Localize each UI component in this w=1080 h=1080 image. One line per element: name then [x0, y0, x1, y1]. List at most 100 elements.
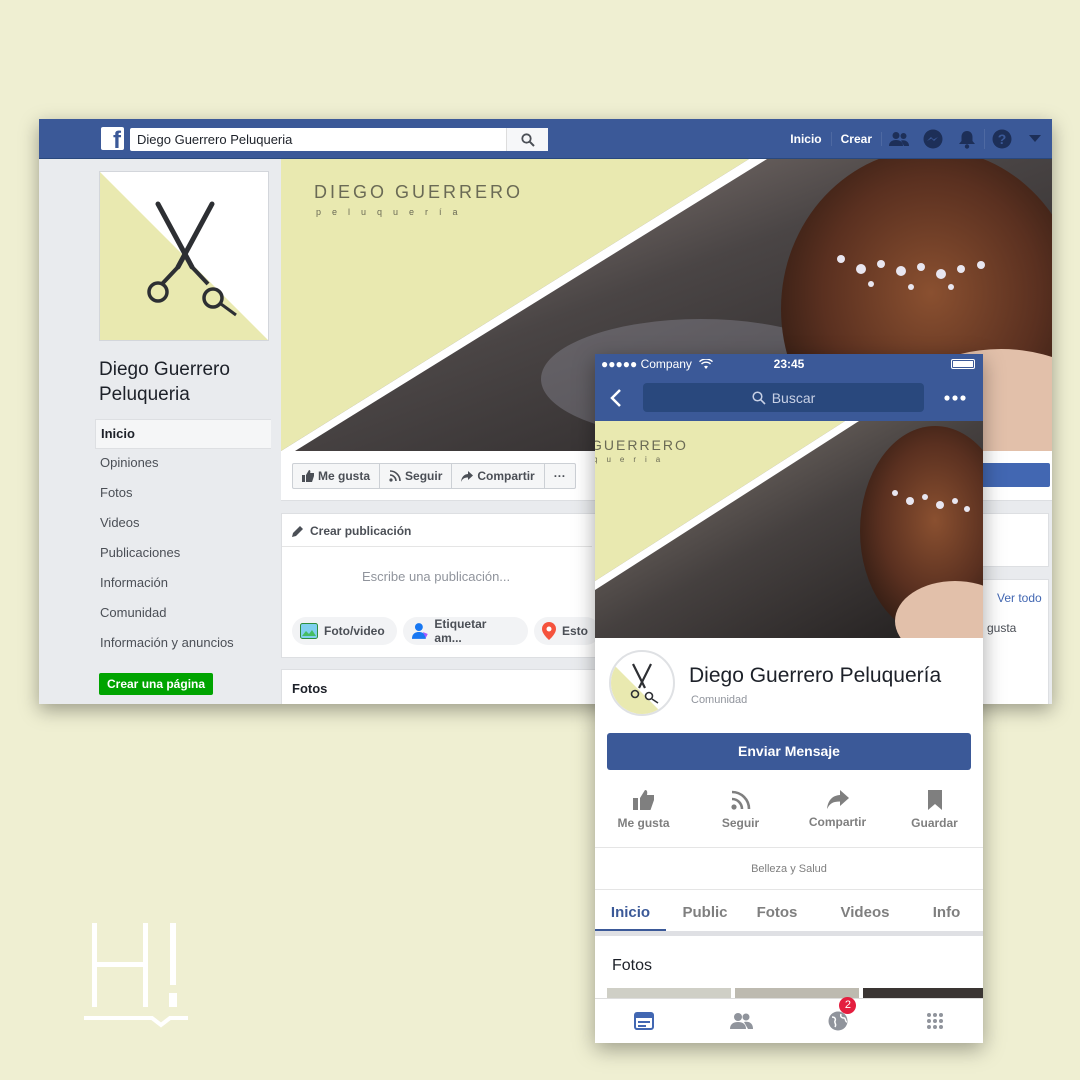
photo-thumbnail[interactable] — [607, 988, 731, 998]
follow-label: Seguir — [405, 469, 443, 483]
tab-info[interactable]: Info — [920, 890, 973, 931]
search-input[interactable]: Diego Guerrero Peluqueria — [130, 128, 506, 151]
mobile-nav-bar: Buscar — [595, 374, 983, 421]
mobile-tabs: Inicio Public Fotos Videos Info — [595, 890, 983, 936]
mobile-cover-brand: GUERRERO — [595, 437, 688, 453]
cover-brand-title: DIEGO GUERRERO — [314, 182, 524, 202]
mobile-share-button[interactable]: Compartir — [789, 790, 886, 847]
search-bar[interactable]: Diego Guerrero Peluqueria — [130, 128, 548, 151]
thumbs-up-icon — [632, 790, 654, 810]
photo-icon — [300, 623, 318, 639]
menu-item-fotos[interactable]: Fotos — [95, 479, 271, 509]
friends-tab[interactable] — [692, 1012, 789, 1030]
menu-tab[interactable] — [886, 1012, 983, 1030]
mobile-search-field[interactable]: Buscar — [643, 383, 924, 412]
mobile-page-avatar[interactable] — [609, 650, 675, 716]
composer-title: Crear publicación — [310, 524, 412, 538]
mobile-photo-thumbnails — [607, 988, 983, 998]
status-time: 23:45 — [773, 357, 805, 371]
page-category: Belleza y Salud — [595, 848, 983, 890]
facebook-logo-icon[interactable]: f — [101, 127, 124, 150]
globe-icon — [828, 1011, 847, 1031]
notifications-tab[interactable]: 2 — [789, 997, 886, 1031]
rss-icon — [389, 470, 401, 482]
mobile-action-row: Me gusta Seguir Compartir Guardar — [595, 790, 983, 848]
mobile-photos-heading: Fotos — [612, 957, 653, 974]
share-button[interactable]: Compartir — [452, 464, 545, 488]
location-pin-icon — [541, 622, 556, 640]
mobile-cover-photo[interactable]: GUERRERO queria — [595, 421, 983, 638]
mobile-like-button[interactable]: Me gusta — [595, 790, 692, 847]
menu-item-informacion[interactable]: Información — [95, 569, 271, 599]
back-arrow-icon[interactable] — [610, 388, 622, 408]
news-feed-tab[interactable] — [595, 1012, 692, 1030]
more-dots-icon[interactable] — [944, 395, 966, 401]
pencil-icon — [292, 526, 303, 537]
create-page-button[interactable]: Crear una página — [99, 673, 214, 695]
post-composer: Crear publicación Escribe una publicació… — [281, 513, 601, 658]
see-all-link[interactable]: Ver todo — [997, 591, 1042, 605]
messenger-icon[interactable] — [916, 129, 950, 149]
agency-logo — [84, 921, 190, 1042]
menu-item-opiniones[interactable]: Opiniones — [95, 449, 271, 479]
menu-item-videos[interactable]: Videos — [95, 509, 271, 539]
scissors-logo-icon — [611, 662, 663, 714]
photo-video-button[interactable]: Foto/video — [292, 617, 397, 645]
more-options-button[interactable]: ··· — [545, 464, 575, 488]
tag-friends-button[interactable]: Etiquetar am... — [402, 617, 528, 645]
cover-brand-subtitle: peluquería — [316, 207, 469, 217]
mobile-search-placeholder: Buscar — [771, 389, 816, 406]
menu-item-comunidad[interactable]: Comunidad — [95, 599, 271, 629]
menu-item-informacion-anuncios[interactable]: Información y anuncios — [95, 629, 271, 659]
like-button[interactable]: Me gusta — [293, 464, 381, 488]
check-in-button[interactable]: Esto — [533, 617, 600, 645]
share-arrow-icon — [461, 470, 474, 482]
notifications-icon[interactable] — [950, 130, 984, 149]
nav-home-link[interactable]: Inicio — [781, 132, 832, 146]
mobile-facebook-screen: ●●●●● Company 23:45 Buscar GUERRERO quer… — [595, 354, 983, 1043]
tag-friends-label: Etiquetar am... — [434, 617, 487, 645]
dropdown-arrow-icon[interactable] — [1018, 135, 1052, 143]
svg-text:?: ? — [997, 131, 1006, 147]
share-label: Compartir — [477, 469, 535, 483]
mobile-save-button[interactable]: Guardar — [886, 790, 983, 847]
like-label: Me gusta — [318, 469, 371, 483]
help-icon[interactable]: ? — [984, 129, 1018, 149]
grid-menu-icon — [926, 1013, 943, 1029]
follow-button[interactable]: Seguir — [380, 464, 453, 488]
photo-video-label: Foto/video — [324, 624, 385, 638]
page-profile-picture[interactable] — [99, 171, 269, 341]
photos-section-header[interactable]: Fotos — [281, 669, 601, 704]
share-arrow-icon — [826, 790, 849, 809]
send-message-button[interactable]: Enviar Mensaje — [607, 733, 971, 770]
photo-thumbnail[interactable] — [735, 988, 859, 998]
nav-create-link[interactable]: Crear — [832, 132, 882, 146]
search-button[interactable] — [506, 128, 548, 151]
search-icon — [752, 390, 766, 405]
check-in-label: Esto — [561, 624, 588, 638]
notification-badge: 2 — [839, 997, 857, 1014]
top-navigation-bar: f Diego Guerrero Peluqueria Inicio Crear… — [39, 119, 1052, 159]
composer-input[interactable]: Escribe una publicación... — [282, 547, 600, 613]
menu-item-inicio[interactable]: Inicio — [95, 419, 271, 449]
friends-icon[interactable] — [882, 131, 916, 147]
tab-fotos[interactable]: Fotos — [744, 890, 810, 931]
mobile-save-label: Guardar — [911, 816, 958, 830]
mobile-follow-button[interactable]: Seguir — [692, 790, 789, 847]
photo-thumbnail[interactable] — [863, 988, 983, 998]
battery-icon — [951, 359, 975, 369]
primary-action-button[interactable] — [980, 463, 1050, 487]
bookmark-icon — [927, 790, 942, 810]
tag-person-icon — [411, 623, 428, 639]
mobile-like-label: Me gusta — [617, 816, 670, 830]
mobile-page-title: Diego Guerrero Peluquería — [689, 664, 942, 687]
menu-item-publicaciones[interactable]: Publicaciones — [95, 539, 271, 569]
tab-videos[interactable]: Videos — [810, 890, 920, 931]
mobile-cover-brand-sub: queria — [595, 455, 670, 464]
tab-public[interactable]: Public — [666, 890, 744, 931]
page-title: Diego Guerrero Peluqueria — [99, 359, 230, 405]
likes-text-fragment: gusta — [987, 621, 1017, 635]
tab-inicio[interactable]: Inicio — [595, 890, 666, 931]
scissors-logo-icon — [100, 172, 268, 340]
mobile-share-label: Compartir — [808, 815, 867, 829]
